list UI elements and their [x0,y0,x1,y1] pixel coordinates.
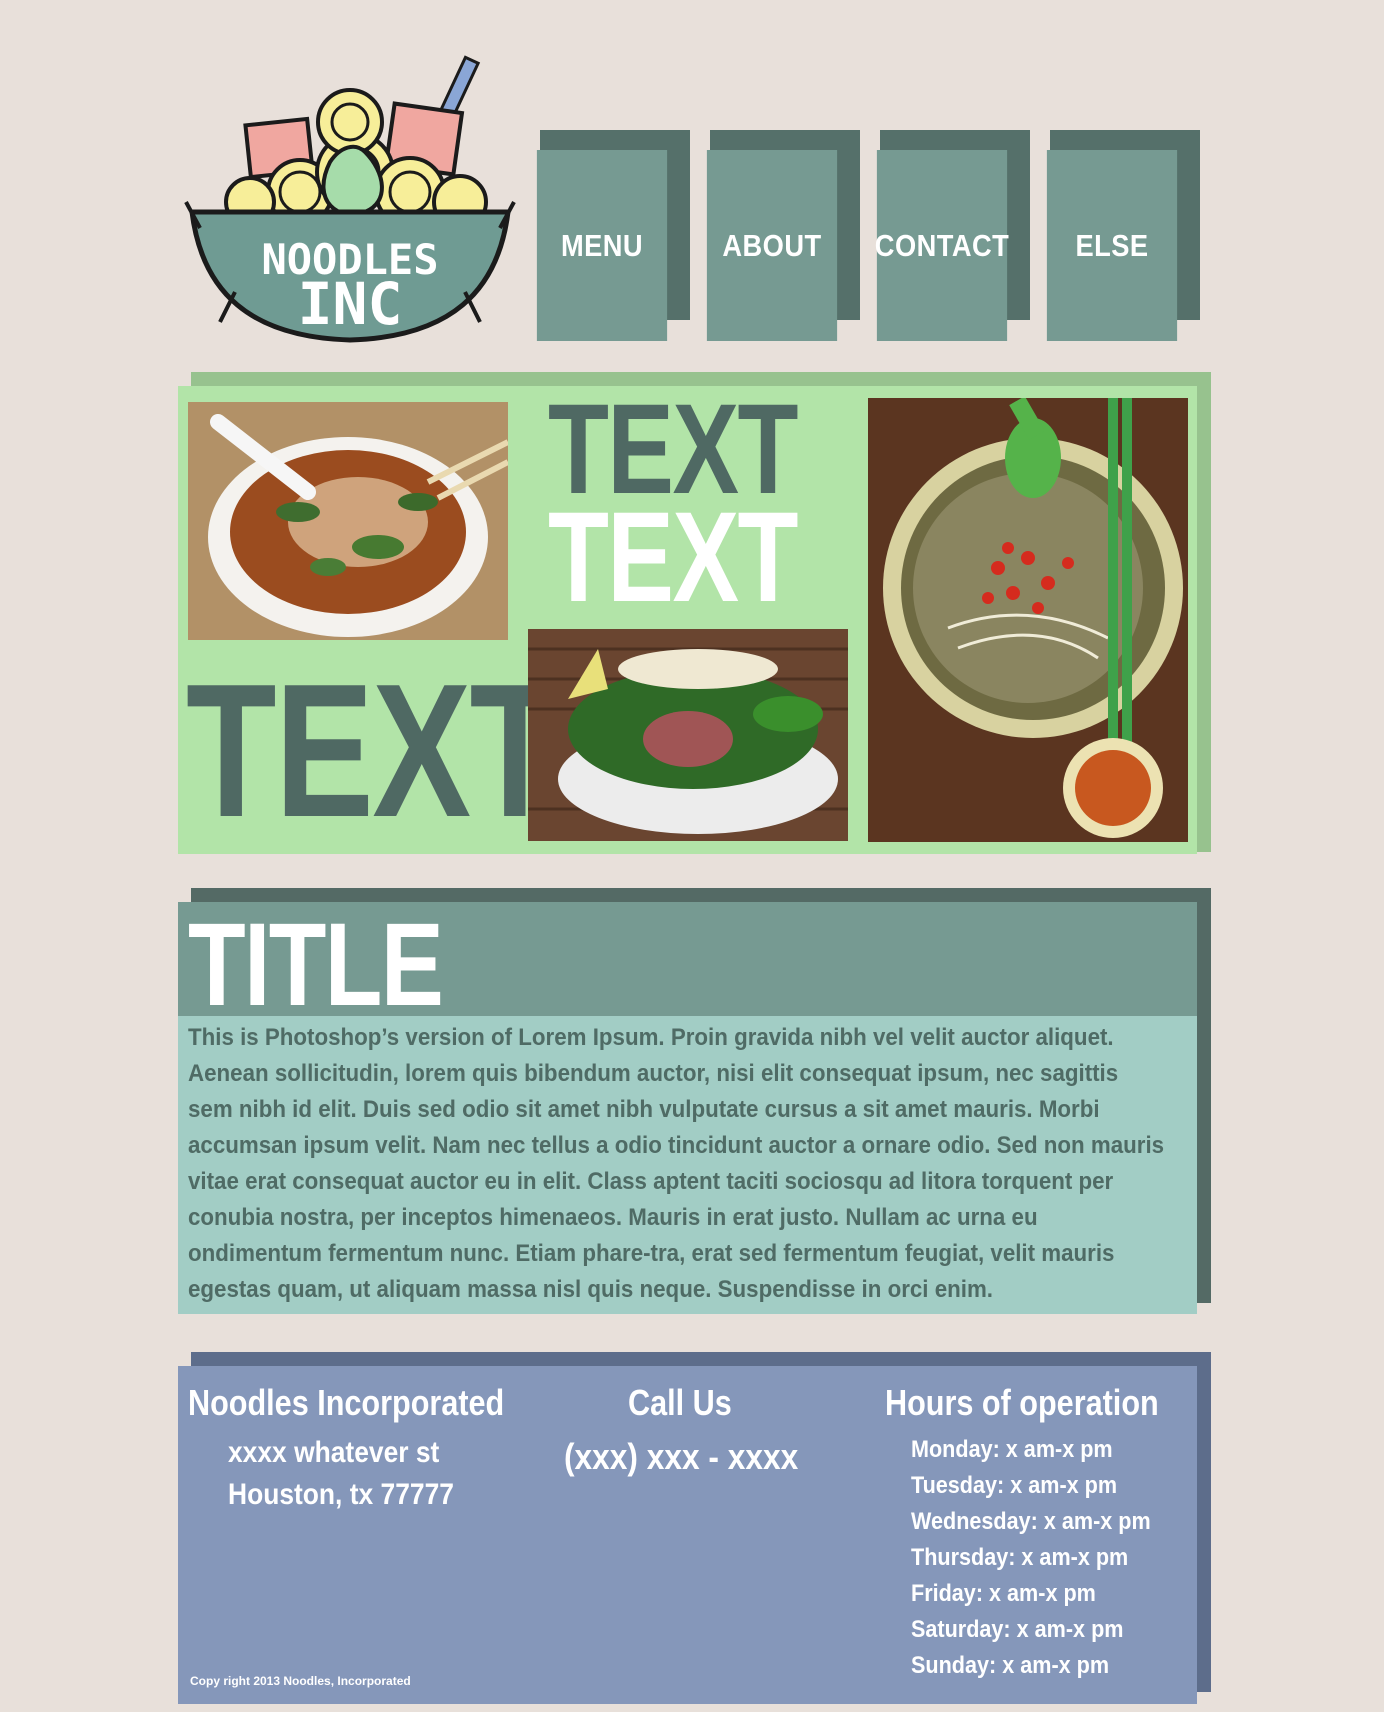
article-header: TITLE [178,902,1197,1024]
nav-about-button[interactable]: ABOUT [698,130,860,341]
beef-pho-photo [528,629,848,841]
nav-else-button[interactable]: ELSE [1038,130,1200,341]
hero-section: TEXT TEXT TEXT [178,386,1197,854]
nav-menu-label[interactable]: MENU [536,150,668,341]
pho-with-chilies-photo [868,398,1188,842]
article-body: This is Photoshop’s version of Lorem Ips… [178,1016,1197,1314]
hours-wednesday: Wednesday: x am-x pm [911,1508,1151,1535]
footer: Noodles Incorporated xxxx whatever st Ho… [178,1366,1197,1704]
footer-phone-link[interactable]: (xxx) xxx - xxxx [564,1436,798,1478]
logo-text-line2: INC [298,270,403,338]
nav-contact-label[interactable]: CONTACT [875,150,1009,341]
nav-contact-button[interactable]: CONTACT [868,130,1030,341]
noodles-inc-logo[interactable]: NOODLES INC [180,52,520,362]
hours-saturday: Saturday: x am-x pm [911,1616,1124,1643]
hero-text-large: TEXT [186,645,560,857]
footer-hours-heading: Hours of operation [885,1382,1159,1423]
nav-else-label[interactable]: ELSE [1046,150,1178,341]
pho-bowl-photo [188,402,508,640]
footer-address-line2: Houston, tx 77777 [228,1478,454,1511]
footer-address-line1: xxxx whatever st [228,1436,440,1469]
hours-sunday: Sunday: x am-x pm [911,1652,1110,1679]
footer-call-heading: Call Us [628,1382,732,1423]
footer-copyright: Copy right 2013 Noodles, Incorporated [190,1674,411,1688]
nav-about-label[interactable]: ABOUT [706,150,838,341]
nav-menu-button[interactable]: MENU [528,130,690,341]
footer-company-name: Noodles Incorporated [188,1382,505,1423]
hours-tuesday: Tuesday: x am-x pm [911,1472,1118,1499]
hours-monday: Monday: x am-x pm [911,1436,1113,1463]
hours-thursday: Thursday: x am-x pm [911,1544,1129,1571]
hours-friday: Friday: x am-x pm [911,1580,1096,1607]
noodle-bowl-icon: NOODLES INC [184,55,516,343]
hero-text-white: TEXT [548,486,798,629]
article-paragraph: This is Photoshop’s version of Lorem Ips… [188,1024,1165,1303]
article-title: TITLE [188,899,444,1031]
